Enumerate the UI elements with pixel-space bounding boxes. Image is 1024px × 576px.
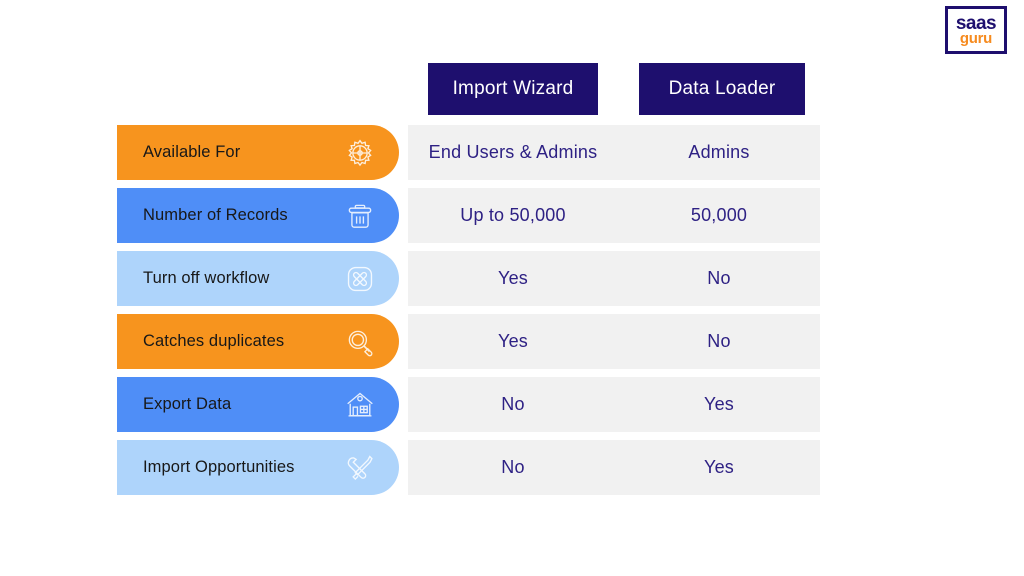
row-values: No Yes	[408, 377, 820, 432]
table-row: Catches duplicates Yes No	[0, 314, 1024, 369]
gear-icon	[343, 136, 377, 170]
row-label-text: Import Opportunities	[143, 458, 295, 476]
cell-import-wizard: No	[501, 394, 525, 414]
row-label-text: Catches duplicates	[143, 332, 285, 350]
cell-data-loader: Yes	[704, 457, 734, 477]
row-label-text: Available For	[143, 143, 241, 161]
cell-import-wizard: Up to 50,000	[460, 205, 566, 225]
table-row: Export Data No Yes	[0, 377, 1024, 432]
row-label-export-data: Export Data	[117, 377, 399, 432]
logo-text-guru: guru	[959, 30, 993, 47]
tools-icon	[343, 451, 377, 485]
column-header-data-loader: Data Loader	[639, 63, 805, 115]
cross-square-icon	[343, 262, 377, 296]
magnifier-icon	[343, 325, 377, 359]
trash-icon	[343, 199, 377, 233]
row-label-turn-off-workflow: Turn off workflow	[117, 251, 399, 306]
table-row: Available For End Users & Admins Admins	[0, 125, 1024, 180]
table-row: Turn off workflow Yes No	[0, 251, 1024, 306]
column-header-import-wizard: Import Wizard	[428, 63, 598, 115]
comparison-slide: saas guru Import Wizard Data Loader Avai…	[0, 0, 1024, 576]
comparison-rows: Available For End Users & Admins Admins	[0, 125, 1024, 503]
cell-import-wizard: Yes	[498, 268, 528, 288]
row-label-text: Turn off workflow	[143, 269, 270, 287]
table-row: Number of Records Up to 50,000 50,000	[0, 188, 1024, 243]
cell-import-wizard: Yes	[498, 331, 528, 351]
cell-data-loader: No	[707, 268, 731, 288]
saasguru-logo: saas guru	[945, 6, 1007, 54]
column-header-row: Import Wizard Data Loader	[0, 63, 1024, 115]
cell-import-wizard: End Users & Admins	[428, 142, 598, 162]
cell-data-loader: 50,000	[690, 205, 748, 225]
row-values: End Users & Admins Admins	[408, 125, 820, 180]
bank-building-icon	[343, 388, 377, 422]
row-label-text: Number of Records	[143, 206, 288, 224]
table-row: Import Opportunities No Yes	[0, 440, 1024, 495]
row-label-number-of-records: Number of Records	[117, 188, 399, 243]
row-label-text: Export Data	[143, 395, 232, 413]
cell-data-loader: No	[707, 331, 731, 351]
row-label-catches-duplicates: Catches duplicates	[117, 314, 399, 369]
cell-data-loader: Yes	[704, 394, 734, 414]
row-values: Up to 50,000 50,000	[408, 188, 820, 243]
row-values: Yes No	[408, 251, 820, 306]
row-label-available-for: Available For	[117, 125, 399, 180]
row-values: Yes No	[408, 314, 820, 369]
row-label-import-opportunities: Import Opportunities	[117, 440, 399, 495]
cell-data-loader: Admins	[688, 142, 750, 162]
cell-import-wizard: No	[501, 457, 525, 477]
row-values: No Yes	[408, 440, 820, 495]
